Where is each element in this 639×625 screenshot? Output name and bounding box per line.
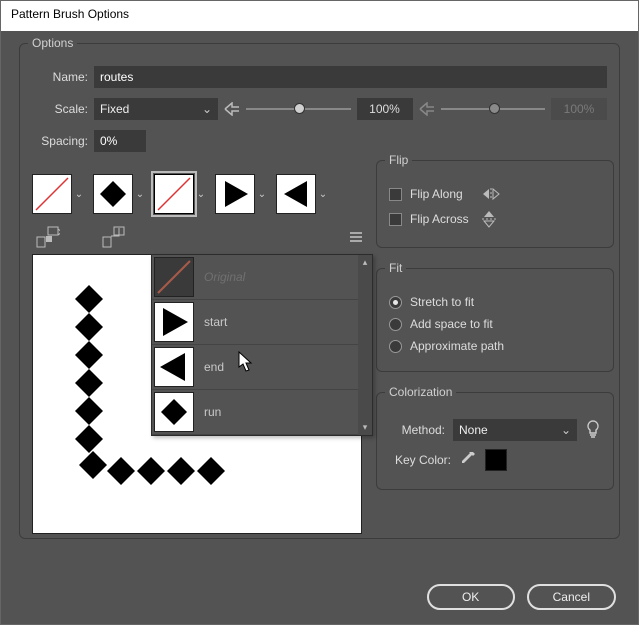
spacing-input[interactable]	[94, 130, 146, 152]
fit-approx-radio[interactable]	[389, 340, 402, 353]
titlebar[interactable]: Pattern Brush Options	[1, 1, 638, 31]
dialog-content: Options Name: Scale: Fixed 100%	[1, 31, 638, 561]
tile-side[interactable]	[93, 174, 133, 214]
scale-value-1[interactable]: 100%	[357, 98, 413, 120]
scale-link-icon-2	[419, 102, 435, 116]
flip-along-row[interactable]: Flip Along	[389, 183, 601, 205]
tile-side-dropdown[interactable]	[133, 174, 147, 214]
corner-generation-row	[32, 222, 362, 254]
dialog-buttons: OK Cancel	[427, 584, 616, 610]
method-row: Method: None	[389, 415, 601, 445]
right-column: Flip Flip Along Flip Across	[376, 162, 614, 500]
dd-label-start: start	[204, 315, 227, 329]
dd-label-run: run	[204, 405, 221, 419]
corner-auto-between-icon[interactable]	[102, 226, 126, 248]
group-options: Options Name: Scale: Fixed 100%	[19, 43, 620, 539]
tile-end[interactable]	[276, 174, 316, 214]
flip-across-icon	[481, 209, 497, 229]
group-colorization-title: Colorization	[385, 385, 456, 399]
name-input[interactable]	[94, 66, 607, 88]
scale-slider-1[interactable]	[246, 108, 351, 110]
tile-outer-corner[interactable]	[32, 174, 72, 214]
scale-slider-2	[441, 108, 546, 110]
group-flip-title: Flip	[385, 153, 412, 167]
dd-label-end: end	[204, 360, 224, 374]
group-options-title: Options	[28, 36, 77, 50]
preview-area: Original start	[32, 254, 362, 534]
row-name: Name:	[32, 66, 607, 88]
dd-thumb-end	[154, 347, 194, 387]
dd-item-run[interactable]: run	[152, 390, 372, 435]
list-view-icon[interactable]	[350, 232, 362, 242]
scale-mode-select[interactable]: Fixed	[94, 98, 218, 120]
dd-item-start[interactable]: start	[152, 300, 372, 345]
tile-inner-corner[interactable]	[154, 174, 194, 214]
flip-along-checkbox[interactable]	[389, 188, 402, 201]
fit-approx-label: Approximate path	[410, 339, 504, 353]
flip-across-checkbox[interactable]	[389, 213, 402, 226]
row-spacing: Spacing:	[32, 130, 607, 152]
dd-thumb-run	[154, 392, 194, 432]
method-select[interactable]: None	[453, 419, 577, 441]
group-flip: Flip Flip Along Flip Across	[376, 160, 614, 248]
dd-item-original[interactable]: Original	[152, 255, 372, 300]
key-color-row: Key Color:	[389, 445, 601, 475]
columns: Original start	[32, 162, 607, 534]
method-value: None	[459, 423, 488, 437]
dd-label-original: Original	[204, 270, 245, 284]
fit-stretch-row[interactable]: Stretch to fit	[389, 291, 601, 313]
tile-outer-corner-dropdown[interactable]	[72, 174, 86, 214]
dd-thumb-start	[154, 302, 194, 342]
fit-add-space-row[interactable]: Add space to fit	[389, 313, 601, 335]
spacing-label: Spacing:	[32, 134, 88, 148]
scale-value-2: 100%	[551, 98, 607, 120]
tile-inner-corner-dropdown[interactable]	[194, 174, 208, 214]
dd-scrollbar[interactable]: ▴▾	[358, 255, 372, 435]
dd-item-end[interactable]: end	[152, 345, 372, 390]
name-label: Name:	[32, 70, 88, 84]
scale-label: Scale:	[32, 102, 88, 116]
window-title: Pattern Brush Options	[11, 7, 129, 21]
flip-across-row[interactable]: Flip Across	[389, 205, 601, 233]
dialog-pattern-brush-options: Pattern Brush Options Options Name: Scal…	[0, 0, 639, 625]
group-fit-title: Fit	[385, 261, 406, 275]
fit-stretch-label: Stretch to fit	[410, 295, 474, 309]
fit-add-space-label: Add space to fit	[410, 317, 493, 331]
scale-link-icon-1[interactable]	[224, 102, 240, 116]
group-colorization: Colorization Method: None Key Color:	[376, 392, 614, 490]
colorization-tips-icon[interactable]	[585, 420, 601, 441]
group-fit: Fit Stretch to fit Add space to fit Appr…	[376, 268, 614, 372]
scale-mode-value: Fixed	[100, 102, 129, 116]
fit-add-space-radio[interactable]	[389, 318, 402, 331]
row-scale: Scale: Fixed 100% 100%	[32, 98, 607, 120]
tiles-row	[32, 162, 362, 222]
flip-along-icon	[481, 187, 501, 201]
tile-end-dropdown[interactable]	[316, 174, 330, 214]
corner-auto-center-icon[interactable]	[36, 226, 60, 248]
ok-button[interactable]: OK	[427, 584, 515, 610]
fit-approx-row[interactable]: Approximate path	[389, 335, 601, 357]
method-label: Method:	[389, 423, 445, 437]
flip-along-label: Flip Along	[410, 187, 463, 201]
key-color-swatch[interactable]	[485, 449, 507, 471]
scale-slider-area: 100% 100%	[224, 98, 607, 120]
tile-start-dropdown[interactable]	[255, 174, 269, 214]
cancel-button[interactable]: Cancel	[527, 584, 616, 610]
dd-thumb-original	[154, 257, 194, 297]
eyedropper-icon[interactable]	[459, 450, 477, 471]
key-color-label: Key Color:	[389, 453, 451, 467]
fit-stretch-radio[interactable]	[389, 296, 402, 309]
left-column: Original start	[32, 162, 362, 534]
tile-dropdown-panel: Original start	[151, 254, 373, 436]
tile-start[interactable]	[215, 174, 255, 214]
flip-across-label: Flip Across	[410, 212, 469, 226]
